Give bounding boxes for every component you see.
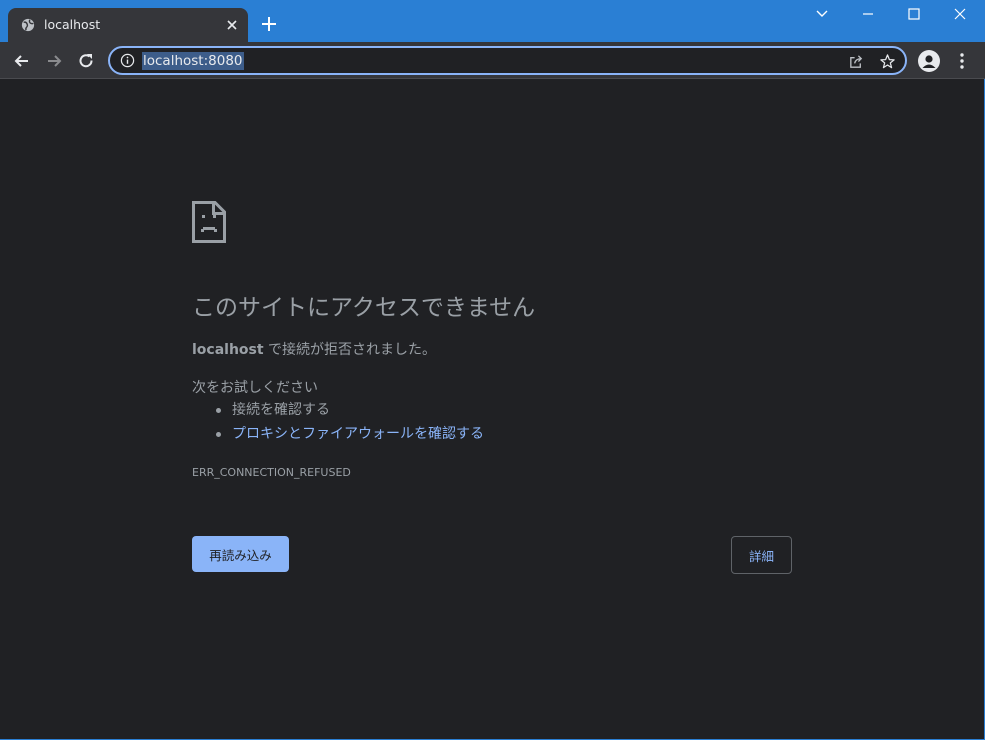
tab-title: localhost bbox=[44, 17, 101, 32]
close-window-icon[interactable] bbox=[950, 4, 970, 24]
browser-window: localhost localhost:8080 このサイトにアクセスできません… bbox=[0, 0, 985, 740]
tab-localhost[interactable]: localhost bbox=[8, 8, 248, 42]
suggestion-check-connection: 接続を確認する bbox=[216, 401, 484, 425]
error-description: localhost で接続が拒否されました。 bbox=[192, 339, 436, 359]
reload-icon[interactable] bbox=[76, 51, 96, 71]
back-icon[interactable] bbox=[12, 51, 32, 71]
error-title: このサイトにアクセスできません bbox=[192, 295, 536, 321]
share-icon[interactable] bbox=[848, 53, 865, 70]
suggestions-list: 接続を確認する プロキシとファイアウォールを確認する bbox=[216, 401, 484, 449]
tab-strip: localhost bbox=[0, 0, 985, 42]
url-text[interactable]: localhost:8080 bbox=[142, 52, 244, 70]
new-tab-icon[interactable] bbox=[260, 15, 278, 33]
toolbar: localhost:8080 bbox=[0, 42, 985, 79]
globe-icon bbox=[21, 18, 35, 32]
profile-avatar-icon[interactable] bbox=[918, 50, 940, 72]
details-button[interactable]: 詳細 bbox=[731, 536, 792, 574]
address-bar[interactable]: localhost:8080 bbox=[108, 46, 907, 75]
reload-button[interactable]: 再読み込み bbox=[192, 536, 289, 572]
suggestions-heading: 次をお試しください bbox=[192, 380, 318, 396]
more-menu-icon[interactable] bbox=[953, 51, 971, 71]
close-tab-icon[interactable] bbox=[224, 17, 240, 33]
minimize-icon[interactable] bbox=[858, 4, 878, 24]
error-description-suffix: で接続が拒否されました。 bbox=[263, 342, 437, 358]
error-code: ERR_CONNECTION_REFUSED bbox=[192, 466, 351, 479]
chevron-down-icon[interactable] bbox=[812, 4, 832, 24]
maximize-icon[interactable] bbox=[904, 4, 924, 24]
bookmark-star-icon[interactable] bbox=[879, 53, 896, 70]
error-host: localhost bbox=[192, 342, 264, 358]
error-page: このサイトにアクセスできません localhost で接続が拒否されました。 次… bbox=[0, 79, 984, 739]
suggestion-check-proxy-firewall-link[interactable]: プロキシとファイアウォールを確認する bbox=[216, 425, 484, 449]
forward-icon[interactable] bbox=[44, 51, 64, 71]
info-icon[interactable] bbox=[120, 53, 135, 68]
sad-document-icon bbox=[192, 201, 226, 243]
